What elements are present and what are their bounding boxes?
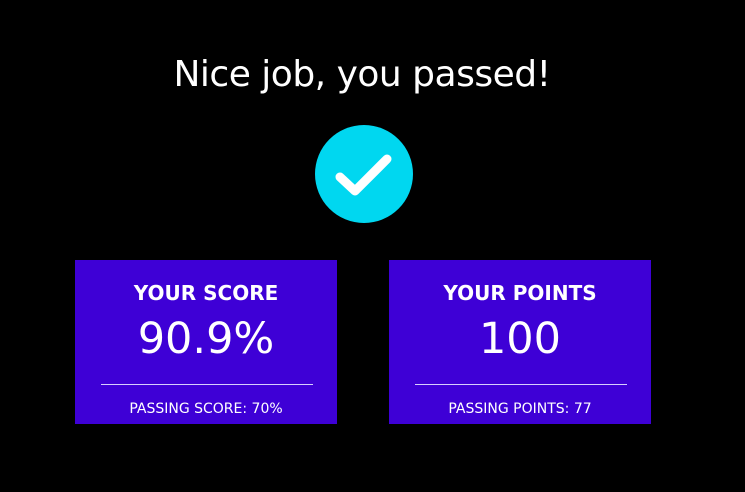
points-label: YOUR POINTS	[443, 281, 597, 305]
points-card: YOUR POINTS 100 PASSING POINTS: 77	[389, 260, 651, 424]
score-divider	[101, 384, 313, 385]
points-divider	[415, 384, 627, 385]
score-value: 90.9%	[137, 314, 275, 364]
result-title: Nice job, you passed!	[173, 54, 551, 95]
passing-points-text: PASSING POINTS: 77	[448, 401, 592, 417]
points-value: 100	[478, 314, 562, 364]
checkmark-icon	[335, 154, 392, 196]
passed-check-badge	[315, 125, 413, 223]
score-card: YOUR SCORE 90.9% PASSING SCORE: 70%	[75, 260, 337, 424]
passing-score-text: PASSING SCORE: 70%	[129, 401, 283, 417]
score-label: YOUR SCORE	[133, 281, 279, 305]
